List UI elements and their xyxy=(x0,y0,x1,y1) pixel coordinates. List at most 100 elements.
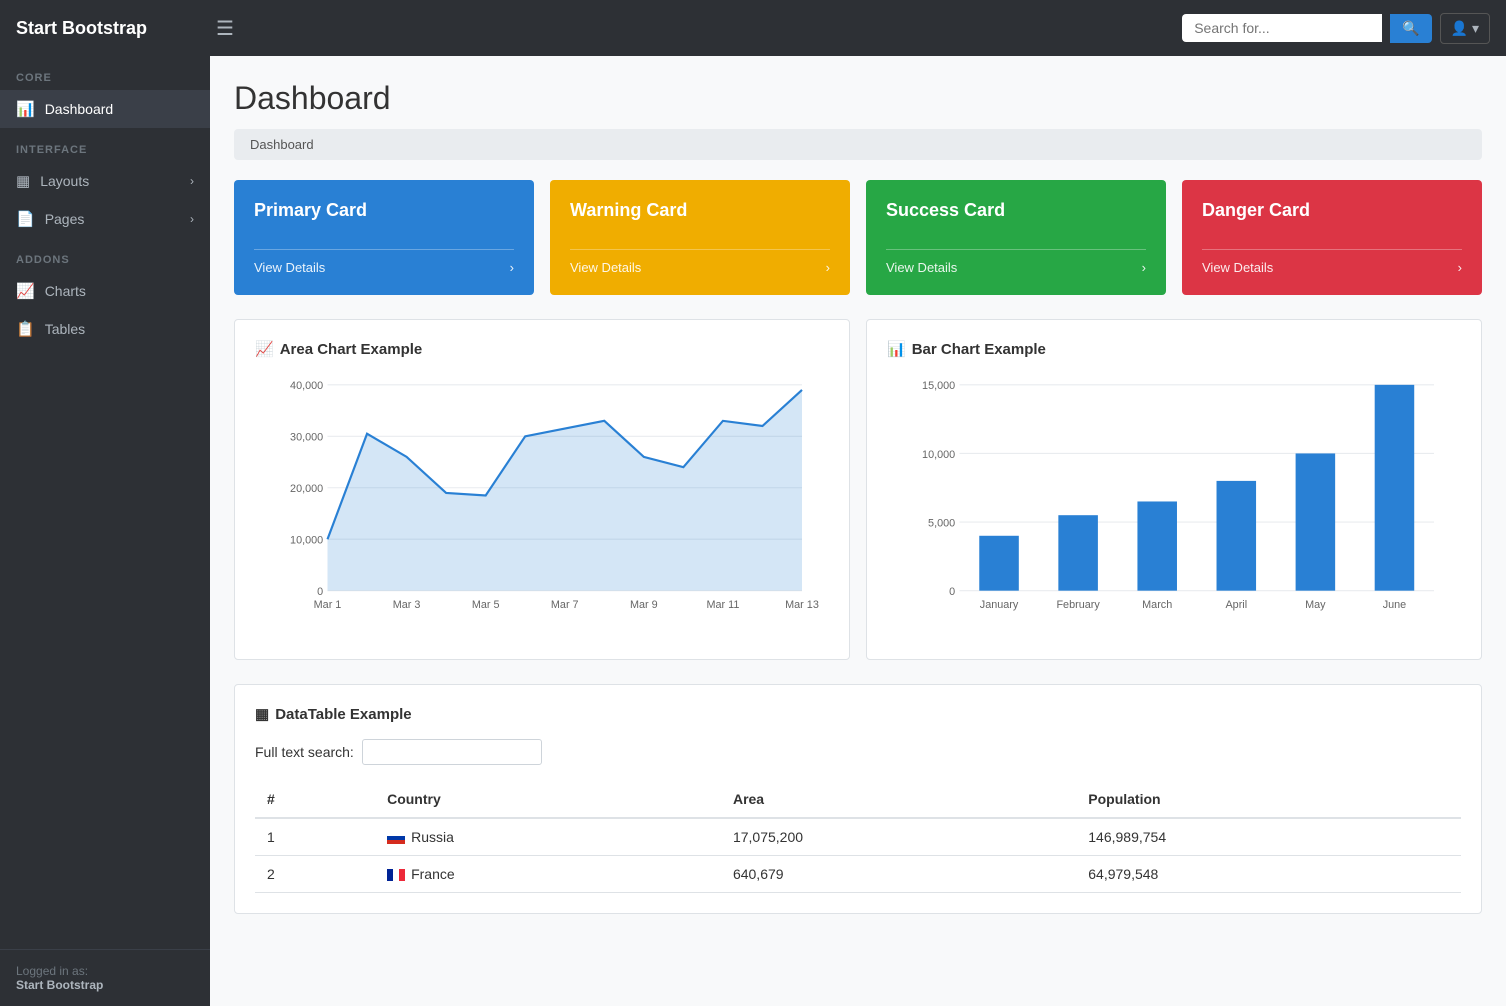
x-axis-label: May xyxy=(1305,599,1326,611)
sidebar-item-label: Dashboard xyxy=(45,101,114,117)
table-row: 2 France 640,679 64,979,548 xyxy=(255,856,1461,893)
table-row: 1 Russia 17,075,200 146,989,754 xyxy=(255,818,1461,856)
tables-icon: 📋 xyxy=(16,320,35,338)
x-axis-label: April xyxy=(1225,599,1247,611)
navbar-brand: Start Bootstrap xyxy=(16,18,216,39)
table-cell-num: 2 xyxy=(255,856,375,893)
card-warning: Warning Card View Details › xyxy=(550,180,850,295)
datatable-search-input[interactable] xyxy=(362,739,542,765)
table-cell-area: 640,679 xyxy=(721,856,1076,893)
sidebar-item-label: Charts xyxy=(45,283,86,299)
bar-january xyxy=(979,536,1019,591)
card-link-arrow-success: › xyxy=(1142,260,1146,275)
x-axis-label: Mar 5 xyxy=(472,599,500,611)
card-title-danger: Danger Card xyxy=(1202,200,1462,221)
x-axis-label: February xyxy=(1056,599,1100,611)
pages-icon: 📄 xyxy=(16,210,35,228)
y-axis-label: 20,000 xyxy=(290,483,323,495)
area-chart-label: Area Chart Example xyxy=(280,341,423,358)
card-danger: Danger Card View Details › xyxy=(1182,180,1482,295)
area-chart-icon: 📈 xyxy=(255,340,274,358)
card-link-success[interactable]: View Details › xyxy=(886,249,1146,275)
card-link-label-warning: View Details xyxy=(570,260,641,275)
card-title-primary: Primary Card xyxy=(254,200,514,221)
bar-chart-card: 📊 Bar Chart Example 05,00010,00015,000Ja… xyxy=(866,319,1482,660)
sidebar-item-left: 📊 Dashboard xyxy=(16,100,113,118)
bar-april xyxy=(1217,481,1257,591)
sidebar-item-left: ▦ Layouts xyxy=(16,172,89,190)
x-axis-label: June xyxy=(1383,599,1406,611)
sidebar-item-left: 📄 Pages xyxy=(16,210,84,228)
x-axis-label: Mar 1 xyxy=(314,599,342,611)
main-content: Dashboard Dashboard Primary Card View De… xyxy=(210,56,1506,1006)
charts-row: 📈 Area Chart Example 010,00020,00030,000… xyxy=(234,319,1482,660)
card-primary: Primary Card View Details › xyxy=(234,180,534,295)
sidebar-item-pages[interactable]: 📄 Pages › xyxy=(0,200,210,238)
y-axis-label: 0 xyxy=(949,586,955,598)
navbar: Start Bootstrap ☰ 🔍 👤 ▾ xyxy=(0,0,1506,56)
sidebar: CORE 📊 Dashboard INTERFACE ▦ Layouts › 📄… xyxy=(0,56,210,1006)
card-link-arrow-danger: › xyxy=(1458,260,1462,275)
sidebar-section-interface: INTERFACE xyxy=(0,128,210,162)
search-label: Full text search: xyxy=(255,744,354,760)
sidebar-item-layouts[interactable]: ▦ Layouts › xyxy=(0,162,210,200)
layouts-icon: ▦ xyxy=(16,172,30,190)
sidebar-item-dashboard[interactable]: 📊 Dashboard xyxy=(0,90,210,128)
sidebar-item-left: 📈 Charts xyxy=(16,282,86,300)
charts-icon: 📈 xyxy=(16,282,35,300)
table-header: # xyxy=(255,781,375,818)
sidebar-item-label: Tables xyxy=(45,321,85,337)
bar-chart-label: Bar Chart Example xyxy=(912,341,1046,358)
sidebar-item-tables[interactable]: 📋 Tables xyxy=(0,310,210,348)
sidebar-toggle[interactable]: ☰ xyxy=(216,16,1182,41)
page-title: Dashboard xyxy=(234,80,1482,117)
sidebar-arrow-layouts: › xyxy=(190,174,194,188)
breadcrumb: Dashboard xyxy=(234,129,1482,160)
x-axis-label: Mar 11 xyxy=(706,599,739,611)
search-button[interactable]: 🔍 xyxy=(1390,14,1431,43)
card-link-label-success: View Details xyxy=(886,260,957,275)
sidebar-item-left: 📋 Tables xyxy=(16,320,85,338)
sidebar-footer-line2: Start Bootstrap xyxy=(16,978,194,992)
area-chart-title: 📈 Area Chart Example xyxy=(255,340,829,358)
bar-june xyxy=(1375,385,1415,591)
sidebar-section-core: CORE xyxy=(0,56,210,90)
table-cell-area: 17,075,200 xyxy=(721,818,1076,856)
card-link-arrow-primary: › xyxy=(510,260,514,275)
table-cell-population: 64,979,548 xyxy=(1076,856,1461,893)
dashboard-icon: 📊 xyxy=(16,100,35,118)
bar-chart-icon: 📊 xyxy=(887,340,906,358)
sidebar-arrow-pages: › xyxy=(190,212,194,226)
x-axis-label: Mar 7 xyxy=(551,599,579,611)
area-chart-svg: 010,00020,00030,00040,000Mar 1Mar 3Mar 5… xyxy=(255,374,829,634)
x-axis-label: Mar 9 xyxy=(630,599,658,611)
x-axis-label: January xyxy=(980,599,1019,611)
search-row: Full text search: xyxy=(255,739,1461,765)
card-link-label-primary: View Details xyxy=(254,260,325,275)
x-axis-label: Mar 13 xyxy=(785,599,819,611)
datatable-label: DataTable Example xyxy=(275,706,411,723)
card-link-label-danger: View Details xyxy=(1202,260,1273,275)
search-input[interactable] xyxy=(1182,14,1382,42)
card-link-warning[interactable]: View Details › xyxy=(570,249,830,275)
y-axis-label: 10,000 xyxy=(922,449,955,461)
card-success: Success Card View Details › xyxy=(866,180,1166,295)
y-axis-label: 40,000 xyxy=(290,380,323,392)
x-axis-label: Mar 3 xyxy=(393,599,421,611)
sidebar-item-charts[interactable]: 📈 Charts xyxy=(0,272,210,310)
x-axis-label: March xyxy=(1142,599,1172,611)
bar-february xyxy=(1058,515,1098,590)
sidebar-section-addons: ADDONS xyxy=(0,238,210,272)
datatable-icon: ▦ xyxy=(255,705,269,723)
table-cell-country: France xyxy=(375,856,721,893)
bar-may xyxy=(1296,453,1336,590)
user-menu-button[interactable]: 👤 ▾ xyxy=(1440,13,1490,44)
card-link-danger[interactable]: View Details › xyxy=(1202,249,1462,275)
flag-france xyxy=(387,869,405,881)
card-link-primary[interactable]: View Details › xyxy=(254,249,514,275)
y-axis-label: 15,000 xyxy=(922,380,955,392)
datatable-card: ▦ DataTable Example Full text search: #C… xyxy=(234,684,1482,914)
table-cell-num: 1 xyxy=(255,818,375,856)
sidebar-footer-line1: Logged in as: xyxy=(16,964,194,978)
card-link-arrow-warning: › xyxy=(826,260,830,275)
